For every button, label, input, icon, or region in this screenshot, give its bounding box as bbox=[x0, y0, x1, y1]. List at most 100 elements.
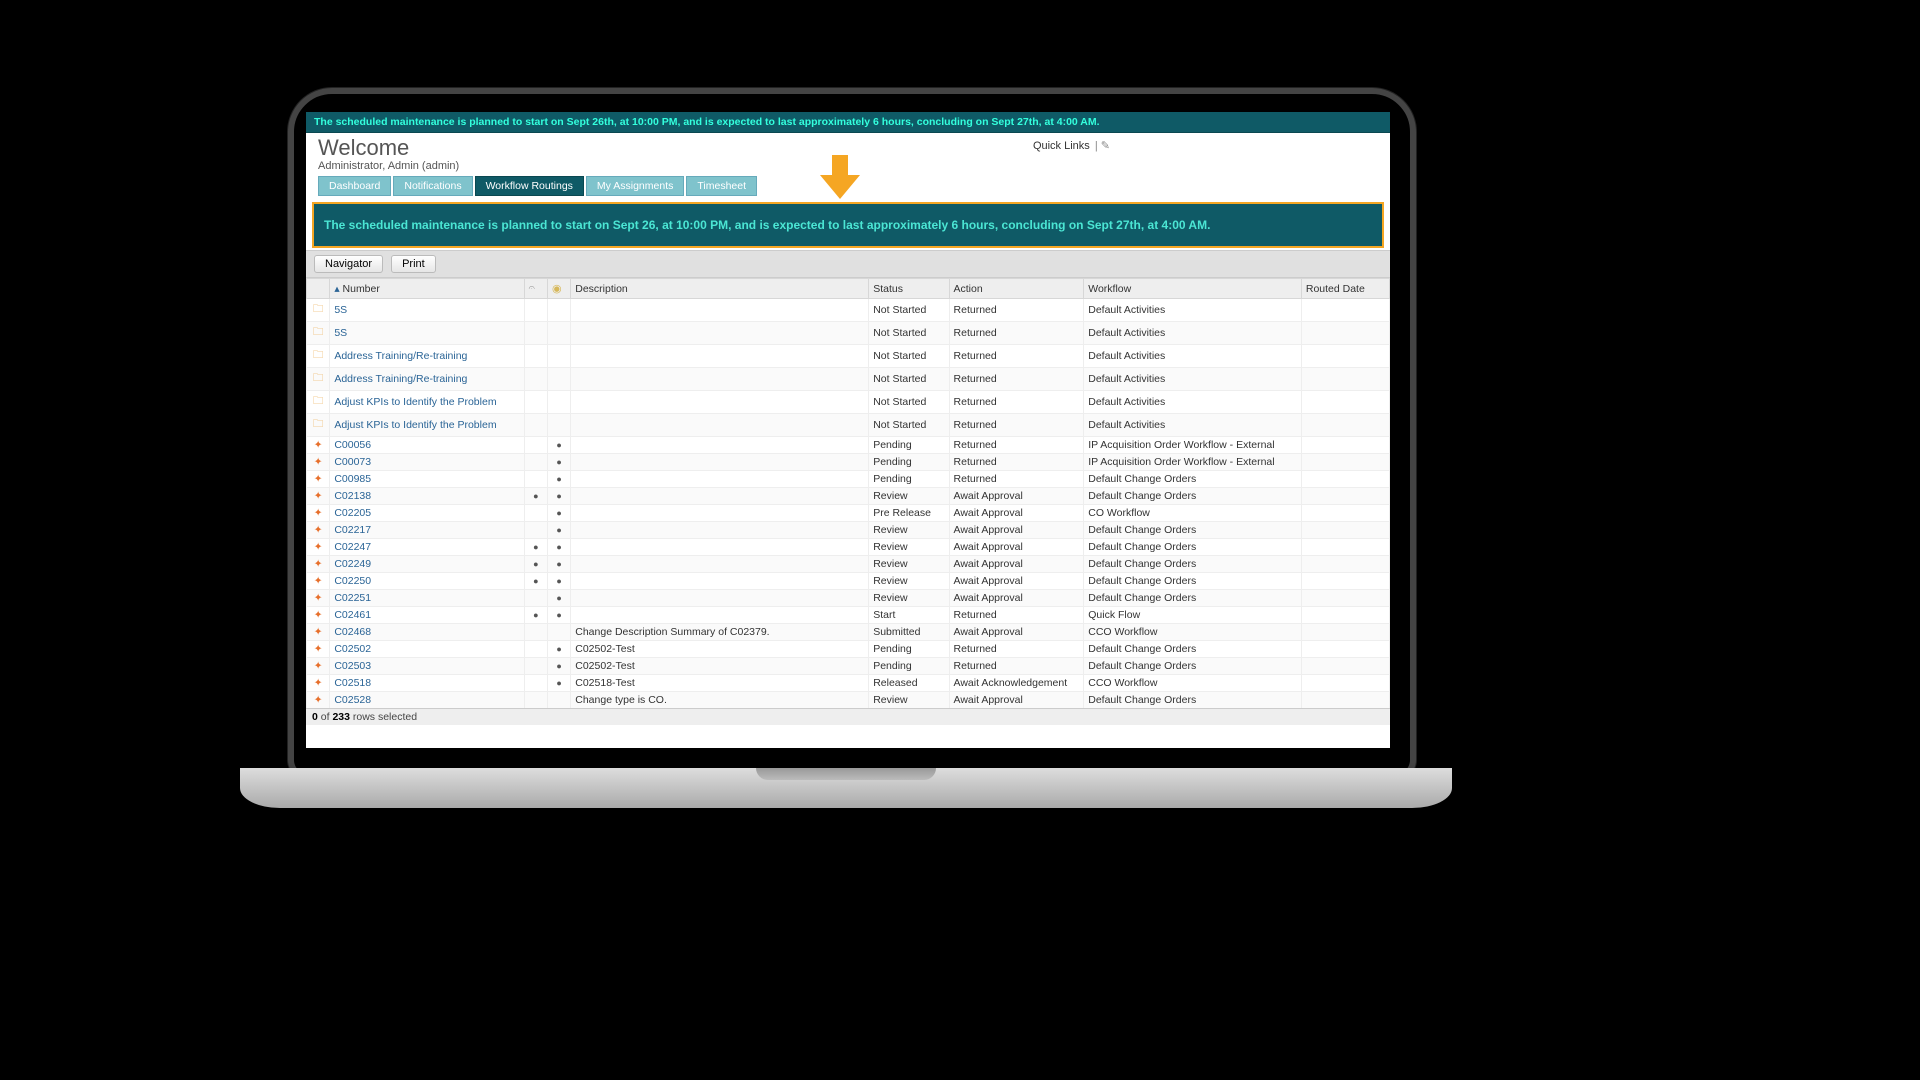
number-link[interactable]: C02250 bbox=[334, 575, 371, 587]
number-link[interactable]: C02251 bbox=[334, 592, 371, 604]
number-link[interactable]: C00073 bbox=[334, 456, 371, 468]
cell-number[interactable]: 5S bbox=[330, 299, 524, 322]
col-header-routed-date[interactable]: Routed Date bbox=[1301, 279, 1389, 299]
tab-timesheet[interactable]: Timesheet bbox=[686, 176, 757, 196]
cell-number[interactable]: C02138 bbox=[330, 488, 524, 505]
tab-workflow-routings[interactable]: Workflow Routings bbox=[475, 176, 584, 196]
number-link[interactable]: C02502 bbox=[334, 643, 371, 655]
table-row[interactable]: 🗀Address Training/Re-trainingNot Started… bbox=[307, 368, 1390, 391]
cell-number[interactable]: C02503 bbox=[330, 658, 524, 675]
tab-notifications[interactable]: Notifications bbox=[393, 176, 472, 196]
number-link[interactable]: C02247 bbox=[334, 541, 371, 553]
number-link[interactable]: Address Training/Re-training bbox=[334, 350, 467, 362]
table-row[interactable]: ✦C02250●●ReviewAwait ApprovalDefault Cha… bbox=[307, 573, 1390, 590]
edit-icon[interactable]: | ✎ bbox=[1095, 140, 1110, 152]
number-link[interactable]: 5S bbox=[334, 304, 347, 316]
cell-number[interactable]: C02528 bbox=[330, 692, 524, 709]
cell-number[interactable]: Address Training/Re-training bbox=[330, 345, 524, 368]
number-link[interactable]: C02468 bbox=[334, 626, 371, 638]
col-header-notes[interactable]: ◉ bbox=[547, 279, 570, 299]
number-link[interactable]: C02217 bbox=[334, 524, 371, 536]
table-row[interactable]: ✦C02247●●ReviewAwait ApprovalDefault Cha… bbox=[307, 539, 1390, 556]
cell-type-icon: 🗀 bbox=[307, 322, 330, 345]
col-header-description[interactable]: Description bbox=[571, 279, 869, 299]
number-link[interactable]: C00985 bbox=[334, 473, 371, 485]
number-link[interactable]: C02528 bbox=[334, 694, 371, 706]
cell-number[interactable]: C02461 bbox=[330, 607, 524, 624]
col-header-status[interactable]: Status bbox=[869, 279, 949, 299]
cell-number[interactable]: Adjust KPIs to Identify the Problem bbox=[330, 391, 524, 414]
table-row[interactable]: ✦C02217●ReviewAwait ApprovalDefault Chan… bbox=[307, 522, 1390, 539]
cell-number[interactable]: C02502 bbox=[330, 641, 524, 658]
cell-workflow: Default Change Orders bbox=[1084, 556, 1302, 573]
table-row[interactable]: ✦C02468Change Description Summary of C02… bbox=[307, 624, 1390, 641]
grid-scroll[interactable]: ▴ Number 𝄐 ◉ Description Status Action W… bbox=[306, 278, 1390, 708]
table-row[interactable]: 🗀Adjust KPIs to Identify the ProblemNot … bbox=[307, 414, 1390, 437]
number-link[interactable]: C02138 bbox=[334, 490, 371, 502]
cell-description: C02518-Test bbox=[571, 675, 869, 692]
cell-note bbox=[547, 414, 570, 437]
col-header-icon[interactable] bbox=[307, 279, 330, 299]
cell-number[interactable]: C02249 bbox=[330, 556, 524, 573]
table-row[interactable]: ✦C02528Change type is CO.ReviewAwait App… bbox=[307, 692, 1390, 709]
table-row[interactable]: ✦C02518●C02518-TestReleasedAwait Acknowl… bbox=[307, 675, 1390, 692]
cell-number[interactable]: Address Training/Re-training bbox=[330, 368, 524, 391]
print-button[interactable]: Print bbox=[391, 255, 436, 273]
cell-routed-date bbox=[1301, 368, 1389, 391]
cell-number[interactable]: C00985 bbox=[330, 471, 524, 488]
table-row[interactable]: ✦C02249●●ReviewAwait ApprovalDefault Cha… bbox=[307, 556, 1390, 573]
cell-status: Pre Release bbox=[869, 505, 949, 522]
cell-status: Not Started bbox=[869, 299, 949, 322]
number-link[interactable]: Adjust KPIs to Identify the Problem bbox=[334, 396, 496, 408]
table-row[interactable]: 🗀Adjust KPIs to Identify the ProblemNot … bbox=[307, 391, 1390, 414]
tab-dashboard[interactable]: Dashboard bbox=[318, 176, 391, 196]
col-header-action[interactable]: Action bbox=[949, 279, 1084, 299]
table-row[interactable]: ✦C02205●Pre ReleaseAwait ApprovalCO Work… bbox=[307, 505, 1390, 522]
tab-my-assignments[interactable]: My Assignments bbox=[586, 176, 684, 196]
cell-number[interactable]: C00056 bbox=[330, 437, 524, 454]
cell-number[interactable]: C02518 bbox=[330, 675, 524, 692]
cell-action: Returned bbox=[949, 658, 1084, 675]
cell-number[interactable]: 5S bbox=[330, 322, 524, 345]
number-link[interactable]: Address Training/Re-training bbox=[334, 373, 467, 385]
number-link[interactable]: C02461 bbox=[334, 609, 371, 621]
cell-number[interactable]: C02205 bbox=[330, 505, 524, 522]
cell-type-icon: ✦ bbox=[307, 488, 330, 505]
cell-number[interactable]: C02250 bbox=[330, 573, 524, 590]
number-link[interactable]: Adjust KPIs to Identify the Problem bbox=[334, 419, 496, 431]
number-link[interactable]: C02518 bbox=[334, 677, 371, 689]
table-row[interactable]: 🗀Address Training/Re-trainingNot Started… bbox=[307, 345, 1390, 368]
table-row[interactable]: ✦C00985●PendingReturnedDefault Change Or… bbox=[307, 471, 1390, 488]
number-link[interactable]: 5S bbox=[334, 327, 347, 339]
col-header-number[interactable]: ▴ Number bbox=[330, 279, 524, 299]
cell-status: Not Started bbox=[869, 368, 949, 391]
cell-number[interactable]: C02251 bbox=[330, 590, 524, 607]
number-link[interactable]: C00056 bbox=[334, 439, 371, 451]
cell-number[interactable]: C02247 bbox=[330, 539, 524, 556]
note-indicator: ● bbox=[556, 678, 561, 688]
table-row[interactable]: 🗀5SNot StartedReturnedDefault Activities bbox=[307, 299, 1390, 322]
number-link[interactable]: C02249 bbox=[334, 558, 371, 570]
navigator-button[interactable]: Navigator bbox=[314, 255, 383, 273]
table-row[interactable]: ✦C00073●PendingReturnedIP Acquisition Or… bbox=[307, 454, 1390, 471]
cell-number[interactable]: C02217 bbox=[330, 522, 524, 539]
cell-number[interactable]: C00073 bbox=[330, 454, 524, 471]
routing-icon: ✦ bbox=[314, 524, 323, 536]
cell-action: Await Acknowledgement bbox=[949, 675, 1084, 692]
table-row[interactable]: ✦C02138●●ReviewAwait ApprovalDefault Cha… bbox=[307, 488, 1390, 505]
cell-number[interactable]: Adjust KPIs to Identify the Problem bbox=[330, 414, 524, 437]
col-header-attachments[interactable]: 𝄐 bbox=[524, 279, 547, 299]
table-row[interactable]: 🗀5SNot StartedReturnedDefault Activities bbox=[307, 322, 1390, 345]
col-header-workflow[interactable]: Workflow bbox=[1084, 279, 1302, 299]
cell-attach bbox=[524, 322, 547, 345]
number-link[interactable]: C02205 bbox=[334, 507, 371, 519]
cell-number[interactable]: C02468 bbox=[330, 624, 524, 641]
number-link[interactable]: C02503 bbox=[334, 660, 371, 672]
table-row[interactable]: ✦C02461●●StartReturnedQuick Flow bbox=[307, 607, 1390, 624]
quick-links[interactable]: Quick Links | ✎ bbox=[1033, 139, 1110, 152]
table-row[interactable]: ✦C00056●PendingReturnedIP Acquisition Or… bbox=[307, 437, 1390, 454]
table-row[interactable]: ✦C02502●C02502-TestPendingReturnedDefaul… bbox=[307, 641, 1390, 658]
table-row[interactable]: ✦C02251●ReviewAwait ApprovalDefault Chan… bbox=[307, 590, 1390, 607]
table-row[interactable]: ✦C02503●C02502-TestPendingReturnedDefaul… bbox=[307, 658, 1390, 675]
cell-attach: ● bbox=[524, 607, 547, 624]
